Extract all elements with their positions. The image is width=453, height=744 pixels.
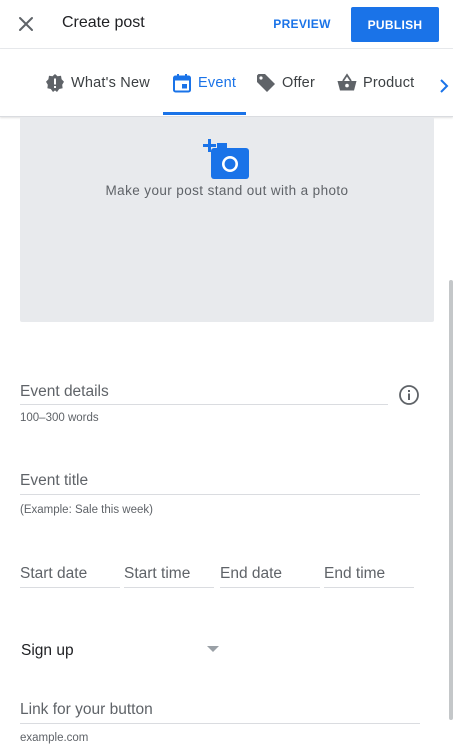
post-type-tabs: What's New Event Offer Product	[0, 49, 453, 117]
add-photo-icon[interactable]	[203, 138, 251, 182]
dropdown-arrow-icon[interactable]	[206, 645, 220, 653]
close-icon[interactable]	[14, 12, 38, 36]
publish-button[interactable]: PUBLISH	[351, 7, 439, 42]
field-underline	[20, 494, 420, 495]
end-date-placeholder: End date	[220, 565, 283, 582]
info-icon[interactable]	[398, 384, 420, 406]
end-time-placeholder: End time	[324, 565, 386, 582]
scrollbar[interactable]	[449, 280, 453, 720]
tab-whats-new[interactable]: What's New	[45, 49, 150, 116]
event-details-placeholder: Event details	[20, 383, 109, 400]
start-date-field[interactable]: Start date	[20, 565, 120, 588]
button-link-field[interactable]: Link for your button	[20, 701, 420, 724]
end-date-field[interactable]: End date	[220, 565, 320, 588]
field-underline	[20, 723, 420, 724]
shopping-basket-icon	[337, 72, 357, 90]
button-link-placeholder: Link for your button	[20, 701, 153, 718]
active-tab-indicator	[163, 112, 246, 115]
tab-offer[interactable]: Offer	[256, 49, 315, 116]
button-type-select[interactable]: Sign up	[21, 642, 74, 660]
event-details-field[interactable]: Event details	[20, 383, 388, 405]
field-underline	[20, 587, 120, 588]
photo-upload-label: Make your post stand out with a photo	[105, 183, 349, 198]
alert-badge-icon	[46, 73, 64, 92]
preview-button[interactable]: PREVIEW	[266, 8, 338, 40]
field-underline	[220, 587, 320, 588]
field-underline	[124, 587, 214, 588]
tag-icon	[257, 73, 275, 92]
start-time-field[interactable]: Start time	[124, 565, 214, 588]
start-time-placeholder: Start time	[124, 565, 191, 582]
page-title: Create post	[62, 14, 145, 31]
event-title-placeholder: Event title	[20, 472, 89, 489]
tab-label: Offer	[282, 74, 315, 91]
tab-event[interactable]: Event	[172, 49, 236, 116]
start-date-placeholder: Start date	[20, 565, 88, 582]
tab-product[interactable]: Product	[337, 49, 414, 116]
event-details-helper: 100–300 words	[20, 412, 99, 424]
app-header: Create post PREVIEW PUBLISH	[0, 0, 453, 49]
end-time-field[interactable]: End time	[324, 565, 414, 588]
event-title-helper: (Example: Sale this week)	[20, 504, 153, 516]
tab-label: Event	[198, 74, 237, 91]
field-underline	[324, 587, 414, 588]
calendar-icon	[173, 73, 191, 92]
tab-label: What's New	[71, 74, 150, 91]
chevron-right-icon[interactable]	[436, 74, 452, 98]
tab-label: Product	[363, 74, 415, 91]
field-underline	[20, 404, 388, 405]
event-title-field[interactable]: Event title	[20, 472, 420, 495]
button-link-helper: example.com	[20, 732, 89, 744]
